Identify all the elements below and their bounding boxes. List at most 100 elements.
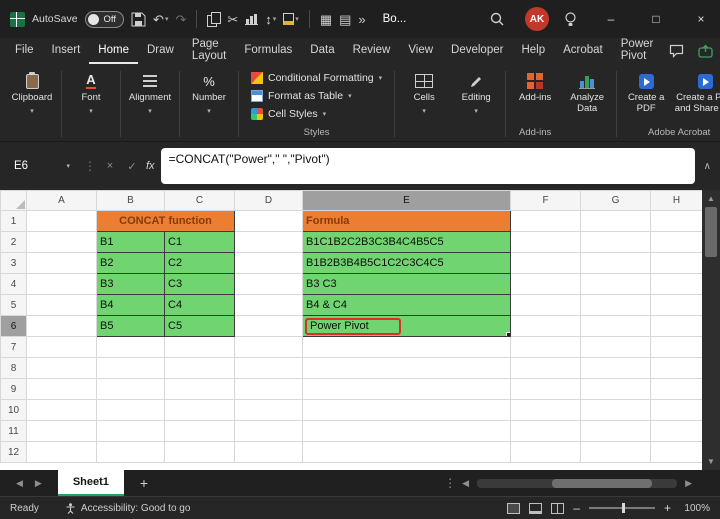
cell-c6[interactable]: C5 <box>165 316 235 337</box>
cell[interactable] <box>235 316 303 337</box>
cell[interactable] <box>651 379 703 400</box>
cell[interactable] <box>235 358 303 379</box>
cell[interactable] <box>235 400 303 421</box>
minimize-button[interactable]: – <box>592 0 630 38</box>
cell[interactable] <box>97 421 165 442</box>
cell-b6[interactable]: B5 <box>97 316 165 337</box>
cell[interactable] <box>303 421 511 442</box>
cell[interactable] <box>97 379 165 400</box>
col-header-f[interactable]: F <box>511 191 581 211</box>
sheet-options-icon[interactable]: ⋮ <box>444 476 456 490</box>
cell[interactable] <box>651 232 703 253</box>
cell[interactable] <box>581 379 651 400</box>
cell[interactable] <box>581 337 651 358</box>
cell[interactable] <box>27 337 97 358</box>
cell[interactable] <box>581 442 651 463</box>
search-icon[interactable] <box>490 12 504 26</box>
tab-home[interactable]: Home <box>89 38 138 64</box>
cell[interactable] <box>511 421 581 442</box>
cell[interactable] <box>651 274 703 295</box>
cell[interactable] <box>165 400 235 421</box>
cell[interactable] <box>165 379 235 400</box>
cell[interactable] <box>97 400 165 421</box>
fill-handle[interactable] <box>506 332 511 337</box>
cell-e1-formula-header[interactable]: Formula <box>303 211 511 232</box>
cell-e6-active[interactable]: Power Pivot <box>303 316 511 337</box>
page-break-view-icon[interactable] <box>551 503 564 514</box>
zoom-slider-thumb[interactable] <box>622 503 625 513</box>
tab-help[interactable]: Help <box>512 38 554 64</box>
cell[interactable] <box>581 274 651 295</box>
cell[interactable] <box>27 400 97 421</box>
save-icon[interactable] <box>131 12 146 27</box>
cell-e5[interactable]: B4 & C4 <box>303 295 511 316</box>
redo-icon[interactable]: ↷ <box>175 13 186 26</box>
cell-b3[interactable]: B2 <box>97 253 165 274</box>
cell[interactable] <box>511 316 581 337</box>
add-sheet-button[interactable]: + <box>140 475 148 491</box>
tab-developer[interactable]: Developer <box>442 38 512 64</box>
cell-e2[interactable]: B1C1B2C2B3C3B4C4B5C5 <box>303 232 511 253</box>
tab-view[interactable]: View <box>399 38 442 64</box>
sort-icon[interactable]: ↕▾ <box>265 13 276 26</box>
tab-draw[interactable]: Draw <box>138 38 183 64</box>
cell[interactable] <box>581 358 651 379</box>
row-header-2[interactable]: 2 <box>1 232 27 253</box>
cell[interactable] <box>27 358 97 379</box>
horizontal-scrollbar[interactable]: ◀ ▶ <box>456 478 698 489</box>
row-header-11[interactable]: 11 <box>1 421 27 442</box>
cell[interactable] <box>27 253 97 274</box>
toolbar-overflow-icon[interactable]: » <box>358 13 365 26</box>
cell[interactable] <box>581 421 651 442</box>
formula-input[interactable]: =CONCAT("Power"," ","Pivot") <box>161 148 695 184</box>
create-pdf-button[interactable]: Create a PDF <box>620 67 672 115</box>
undo-icon[interactable]: ↶▾ <box>153 13 168 26</box>
cell[interactable] <box>165 358 235 379</box>
cell[interactable] <box>651 316 703 337</box>
cell[interactable] <box>581 295 651 316</box>
cell[interactable] <box>235 442 303 463</box>
col-header-g[interactable]: G <box>581 191 651 211</box>
cell[interactable] <box>97 442 165 463</box>
row-header-6[interactable]: 6 <box>1 316 27 337</box>
tab-power-pivot[interactable]: Power Pivot <box>612 38 663 64</box>
collapse-formula-bar-icon[interactable]: ∧ <box>701 161 714 172</box>
cell[interactable] <box>235 211 303 232</box>
cell[interactable] <box>511 400 581 421</box>
cell[interactable] <box>651 400 703 421</box>
cell[interactable] <box>651 337 703 358</box>
cell[interactable] <box>651 211 703 232</box>
create-pdf-share-button[interactable]: Create a PDF and Share link <box>672 67 720 115</box>
col-header-b[interactable]: B <box>97 191 165 211</box>
cell[interactable] <box>235 274 303 295</box>
col-header-a[interactable]: A <box>27 191 97 211</box>
clipboard-group-button[interactable]: Clipboard ▾ <box>6 67 58 141</box>
cell[interactable] <box>511 442 581 463</box>
cell[interactable] <box>303 442 511 463</box>
cell-c4[interactable]: C3 <box>165 274 235 295</box>
vertical-scroll-thumb[interactable] <box>705 207 717 257</box>
cell[interactable] <box>511 379 581 400</box>
select-all-button[interactable] <box>1 191 27 211</box>
cell-b1-merged-title[interactable]: CONCAT function <box>97 211 235 232</box>
cell[interactable] <box>27 316 97 337</box>
enter-icon[interactable]: ✓ <box>124 160 140 173</box>
cell-e4[interactable]: B3 C3 <box>303 274 511 295</box>
cell[interactable] <box>27 442 97 463</box>
cell[interactable] <box>511 358 581 379</box>
avatar[interactable]: AK <box>525 7 549 31</box>
addins-button[interactable]: Add-ins <box>509 67 561 104</box>
col-header-c[interactable]: C <box>165 191 235 211</box>
row-header-4[interactable]: 4 <box>1 274 27 295</box>
cell[interactable] <box>165 442 235 463</box>
cell[interactable] <box>235 337 303 358</box>
prev-sheet-button[interactable]: ◀ <box>10 478 29 489</box>
cell[interactable] <box>651 358 703 379</box>
conditional-formatting-button[interactable]: Conditional Formatting ▾ <box>246 69 387 87</box>
chart-icon[interactable] <box>245 13 258 25</box>
zoom-out-icon[interactable]: – <box>573 501 580 515</box>
row-header-5[interactable]: 5 <box>1 295 27 316</box>
autosave-toggle[interactable]: Off <box>85 11 125 28</box>
cell[interactable] <box>581 232 651 253</box>
cell[interactable] <box>511 337 581 358</box>
